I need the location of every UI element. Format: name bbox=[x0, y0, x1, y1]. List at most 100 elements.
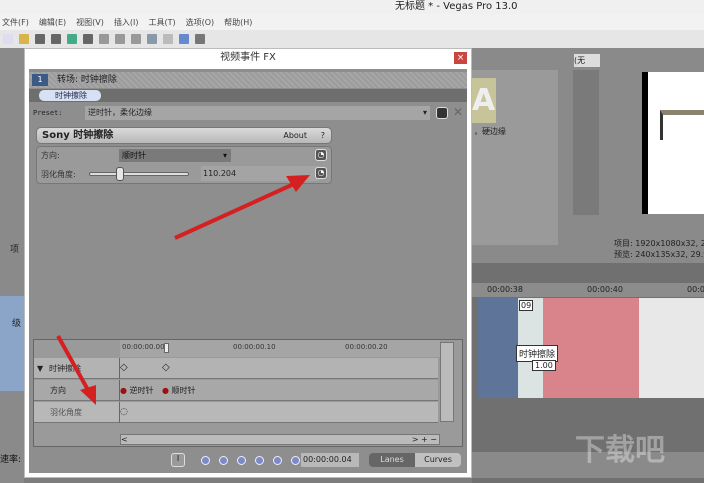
sync-cursor-icon[interactable]: I bbox=[171, 453, 185, 467]
preset-label: Preset: bbox=[33, 109, 63, 117]
speed-label: 速率: bbox=[0, 455, 22, 465]
keyframe-marker[interactable]: ● 顺时针 bbox=[162, 385, 196, 396]
fx-chain-row: 时钟擦除 bbox=[29, 89, 467, 102]
timeline-ruler[interactable]: 00:00:38 00:00:40 00:00 bbox=[472, 283, 704, 297]
keyframe-marker[interactable]: ◇ bbox=[162, 362, 170, 373]
feather-slider[interactable] bbox=[89, 172, 189, 176]
chain-title: 转场: 时钟擦除 bbox=[57, 75, 117, 85]
horizontal-scrollbar[interactable]: < > + − bbox=[120, 434, 440, 445]
menu-help[interactable]: 帮助(H) bbox=[224, 17, 252, 28]
keyframe-row: 方向 ● 逆时针 ● 顺时针 bbox=[34, 380, 438, 401]
preview-resolution: 预览: 240x135x32, 29.9 bbox=[614, 250, 704, 259]
paste-icon[interactable] bbox=[131, 34, 141, 44]
new-icon[interactable] bbox=[3, 34, 13, 44]
curves-button[interactable]: Curves bbox=[415, 453, 461, 467]
playhead[interactable] bbox=[164, 343, 169, 353]
keyframe-marker[interactable]: ● 逆时针 bbox=[120, 385, 154, 396]
cut-icon[interactable] bbox=[99, 34, 109, 44]
menu-edit[interactable]: 编辑(E) bbox=[39, 17, 66, 28]
delete-keyframe-icon[interactable] bbox=[291, 456, 300, 465]
first-keyframe-icon[interactable] bbox=[201, 456, 210, 465]
video-clip[interactable] bbox=[478, 298, 518, 398]
transition-thumbnail[interactable]: A bbox=[472, 78, 496, 123]
feather-slider-thumb[interactable] bbox=[116, 167, 124, 181]
add-keyframe-icon[interactable] bbox=[273, 456, 282, 465]
keyframe-controller: 00:00:00.00 00:00:00.10 00:00:00.20 ▼ 时钟擦… bbox=[33, 339, 463, 447]
help-button[interactable]: ? bbox=[321, 128, 325, 143]
save-preset-icon[interactable] bbox=[436, 107, 448, 119]
direction-select[interactable]: 顺时针 ▾ bbox=[119, 149, 231, 162]
tick-label: 00:00:00.20 bbox=[345, 343, 388, 351]
project-info: 项目: 1920x1080x32, 2 bbox=[614, 239, 704, 248]
close-button[interactable]: × bbox=[454, 52, 467, 64]
copy-icon[interactable] bbox=[115, 34, 125, 44]
track-header[interactable] bbox=[0, 296, 24, 391]
fx-chain-bar: 1 转场: 时钟擦除 bbox=[29, 72, 467, 88]
transition-value: 1.00 bbox=[532, 360, 556, 371]
collapse-icon[interactable]: ▼ bbox=[37, 358, 43, 379]
animate-clock-icon[interactable]: ◔ bbox=[315, 149, 327, 161]
keyframe-row: 羽化角度 ◌ bbox=[34, 402, 438, 423]
track-label: 级 bbox=[12, 319, 22, 329]
preset-value: 逆时针，柔化边缘 bbox=[88, 108, 152, 117]
time-input[interactable]: 00:00:00.04 bbox=[301, 453, 359, 467]
tick-label: 00:00:00.00 bbox=[122, 343, 165, 351]
keyframe-row-name[interactable]: 方向 bbox=[46, 380, 120, 401]
watermark: 下载吧 bbox=[575, 433, 665, 468]
undo-icon[interactable] bbox=[147, 34, 157, 44]
keyframe-row-name[interactable]: 羽化角度 bbox=[46, 402, 120, 423]
left-panel-label: 项 bbox=[10, 245, 20, 255]
chevron-down-icon: ▾ bbox=[422, 108, 427, 117]
whats-this-icon[interactable] bbox=[195, 34, 205, 44]
enable-snapping-icon[interactable] bbox=[179, 34, 189, 44]
trimmer-pane bbox=[573, 70, 599, 215]
vertical-scrollbar[interactable] bbox=[440, 342, 454, 422]
next-keyframe-icon[interactable] bbox=[237, 456, 246, 465]
chain-item-clock-wipe[interactable]: 时钟擦除 bbox=[39, 90, 101, 101]
prev-keyframe-icon[interactable] bbox=[219, 456, 228, 465]
animate-clock-icon[interactable]: ◔ bbox=[315, 167, 327, 179]
tick-label: 00:00:38 bbox=[487, 285, 523, 294]
lanes-button[interactable]: Lanes bbox=[369, 453, 415, 467]
menu-view[interactable]: 视图(V) bbox=[76, 17, 104, 28]
keyframe-marker[interactable]: ◌ bbox=[120, 407, 128, 417]
keyframe-ruler[interactable]: 00:00:00.00 00:00:00.10 00:00:00.20 bbox=[120, 340, 440, 357]
properties-icon[interactable] bbox=[83, 34, 93, 44]
clip-number: 09 bbox=[519, 300, 534, 311]
menu-bar: 文件(F) 编辑(E) 视图(V) 插入(I) 工具(T) 选项(O) 帮助(H… bbox=[0, 14, 704, 30]
last-keyframe-icon[interactable] bbox=[255, 456, 264, 465]
feather-angle-input[interactable]: 110.204 bbox=[201, 166, 319, 181]
save-icon[interactable] bbox=[35, 34, 45, 44]
chevron-down-icon: ▾ bbox=[222, 151, 227, 160]
plugin-header: Sony 时钟擦除 About ? bbox=[36, 127, 332, 144]
menu-file[interactable]: 文件(F) bbox=[2, 17, 29, 28]
marker-label: 顺时针 bbox=[171, 386, 196, 395]
delete-preset-icon[interactable]: ✕ bbox=[453, 105, 463, 119]
video-event-fx-dialog: 视频事件 FX × 1 转场: 时钟擦除 时钟擦除 Preset: 逆时针，柔化… bbox=[24, 48, 472, 478]
save-as-icon[interactable] bbox=[51, 34, 61, 44]
redo-icon[interactable] bbox=[163, 34, 173, 44]
preview-image-table bbox=[660, 110, 704, 140]
row-label: 时钟擦除 bbox=[49, 364, 81, 373]
menu-tools[interactable]: 工具(T) bbox=[148, 17, 175, 28]
dialog-body: 1 转场: 时钟擦除 时钟擦除 Preset: 逆时针，柔化边缘 ▾ ✕ Sony… bbox=[29, 69, 467, 473]
keyframe-marker[interactable]: ◇ bbox=[120, 362, 128, 373]
render-icon[interactable] bbox=[67, 34, 77, 44]
menu-insert[interactable]: 插入(I) bbox=[114, 17, 139, 28]
keyframe-row-name[interactable]: ▼ 时钟擦除 bbox=[34, 358, 120, 379]
video-clip[interactable] bbox=[639, 298, 704, 398]
chain-item-label: 时钟擦除 bbox=[55, 91, 87, 100]
menu-options[interactable]: 选项(O) bbox=[186, 17, 215, 28]
chain-number: 1 bbox=[32, 74, 48, 86]
about-button[interactable]: About bbox=[283, 128, 307, 143]
open-icon[interactable] bbox=[19, 34, 29, 44]
feather-angle-label: 羽化角度: bbox=[41, 170, 76, 179]
plugin-params: 方向: 顺时针 ▾ ◔ 羽化角度: 110.204 ◔ bbox=[36, 146, 332, 184]
trimmer-select[interactable]: (无 bbox=[574, 54, 600, 67]
left-panel bbox=[0, 48, 24, 483]
keyframe-row: ▼ 时钟擦除 ◇ ◇ bbox=[34, 358, 438, 379]
preset-dropdown[interactable]: 逆时针，柔化边缘 ▾ bbox=[85, 106, 430, 120]
title-bar: 无标题 * - Vegas Pro 13.0 bbox=[0, 0, 704, 14]
marker-label: 逆时针 bbox=[129, 386, 154, 395]
video-preview bbox=[642, 72, 704, 214]
